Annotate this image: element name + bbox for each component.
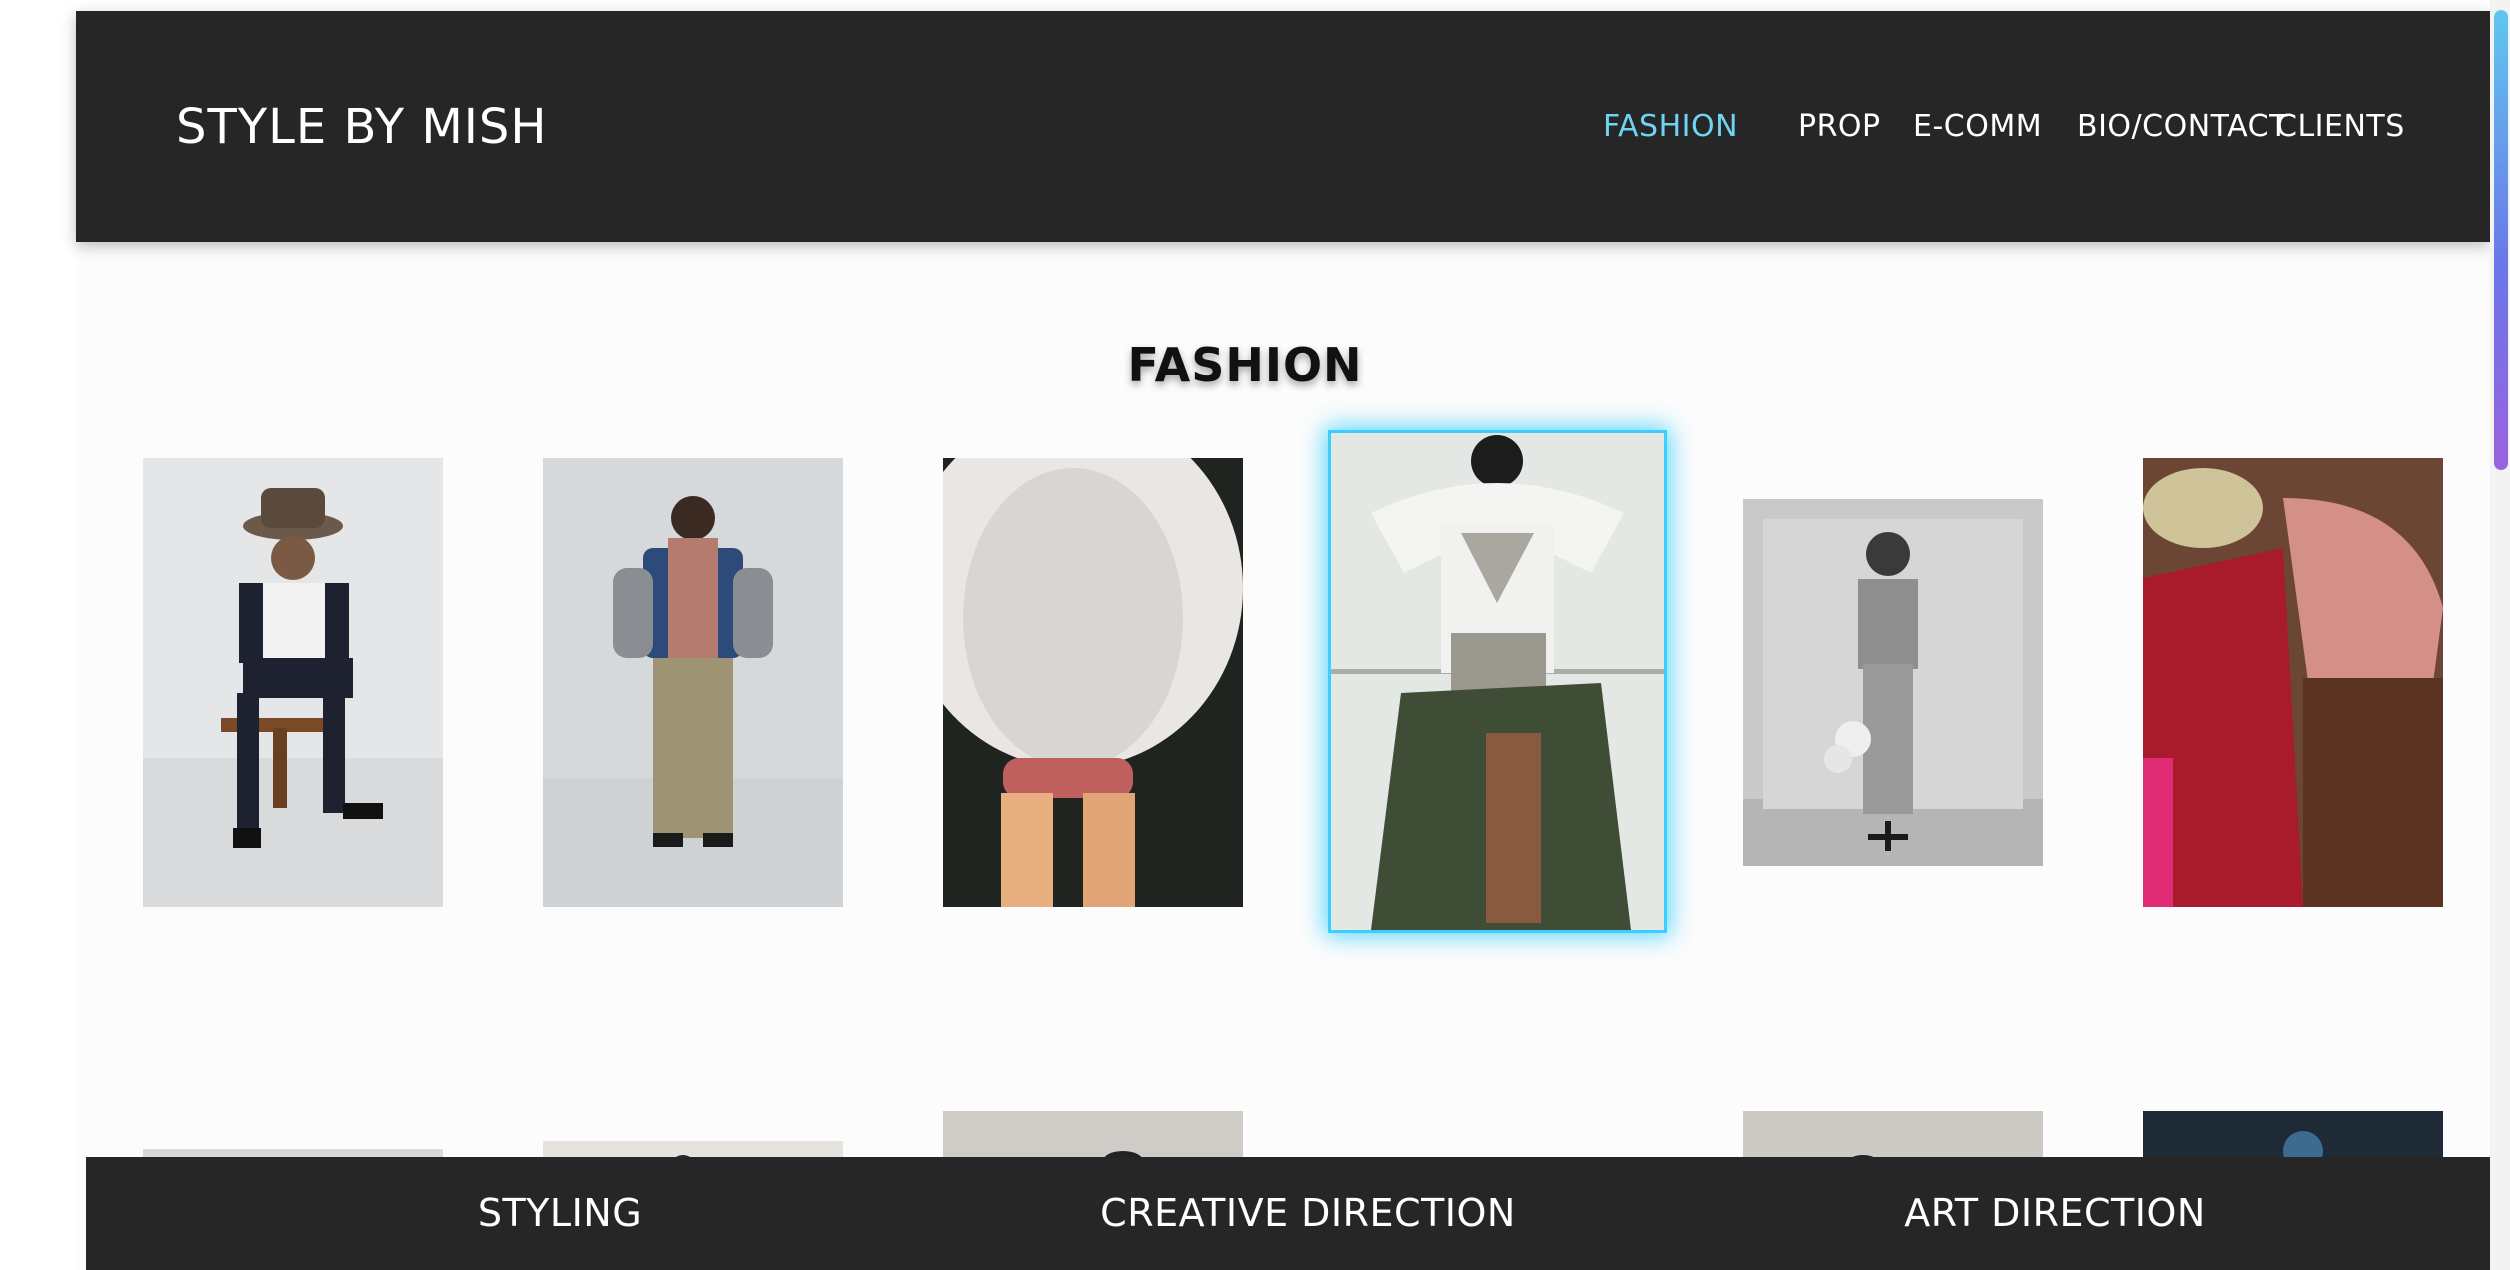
photo-back-view-green-skirt-icon [1331, 433, 1664, 930]
scrollbar-thumb[interactable] [2494, 10, 2508, 470]
gallery-photo-1[interactable] [143, 458, 443, 907]
nav-item-fashion[interactable]: FASHION [1603, 109, 1738, 144]
gallery-photo-4[interactable] [1328, 430, 1667, 933]
site-header: STYLE BY MISH FASHION PROP E-COMM BIO/CO… [76, 11, 2490, 242]
gallery-photo-6[interactable] [2143, 458, 2443, 907]
gallery-photo-3[interactable] [943, 458, 1243, 907]
page: STYLE BY MISH FASHION PROP E-COMM BIO/CO… [0, 0, 2510, 1270]
nav-item-prop[interactable]: PROP [1798, 109, 1881, 144]
photo-bw-woman-plush-bag-icon [1743, 499, 2043, 866]
bottom-services-bar: STYLING CREATIVE DIRECTION ART DIRECTION [86, 1157, 2490, 1270]
photo-woman-pink-dress-vest-icon [543, 458, 843, 907]
bottom-link-art-direction[interactable]: ART DIRECTION [1904, 1191, 2206, 1235]
bottom-link-creative-direction[interactable]: CREATIVE DIRECTION [1100, 1191, 1516, 1235]
nav-item-clients[interactable]: CLIENTS [2276, 109, 2405, 144]
photo-blurred-white-top-icon [943, 458, 1243, 907]
gallery-photo-5[interactable] [1743, 499, 2043, 866]
photo-man-hats-chair-icon [143, 458, 443, 907]
bottom-link-styling[interactable]: STYLING [478, 1191, 642, 1235]
site-logo[interactable]: STYLE BY MISH [176, 99, 547, 155]
gallery-photo-2[interactable] [543, 458, 843, 907]
page-title: FASHION [1127, 338, 1363, 392]
photo-red-satin-dress-embrace-icon [2143, 458, 2443, 907]
nav-item-e-comm[interactable]: E-COMM [1913, 109, 2042, 144]
nav-item-bio-contact[interactable]: BIO/CONTACT [2077, 109, 2288, 144]
